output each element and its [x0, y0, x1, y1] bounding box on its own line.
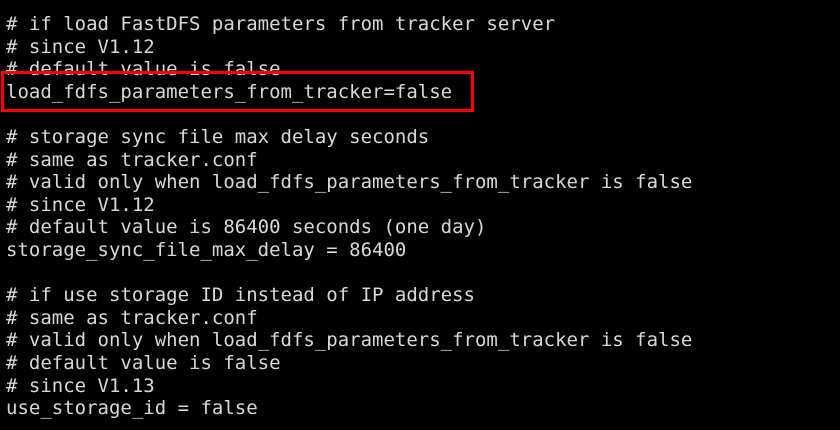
comment-line: # same as tracker.conf: [6, 148, 258, 171]
comment-line: # since V1.12: [6, 193, 155, 216]
config-line-use-storage-id: use_storage_id = false: [6, 397, 258, 420]
comment-line: # valid only when load_fdfs_parameters_f…: [6, 171, 693, 194]
comment-line: # default value is 86400 seconds (one da…: [6, 216, 487, 239]
comment-line: # storage sync file max delay seconds: [6, 126, 430, 148]
config-line-storage-sync-delay: storage_sync_file_max_delay = 86400: [6, 239, 407, 261]
comment-line: # since V1.13: [6, 374, 155, 397]
comment-line: # if use storage ID instead of IP addres…: [6, 284, 475, 307]
comment-line: # default value is false: [6, 58, 281, 81]
comment-line: # default value is false: [6, 352, 281, 374]
config-line-load-fdfs-parameters: load_fdfs_parameters_from_tracker=false: [6, 80, 453, 103]
comment-line: # since V1.12: [6, 35, 155, 58]
comment-line: # if load FastDFS parameters from tracke…: [6, 13, 556, 35]
terminal-window[interactable]: # if load FastDFS parameters from tracke…: [0, 0, 840, 430]
comment-line: # valid only when load_fdfs_parameters_f…: [6, 329, 693, 352]
comment-line: # same as tracker.conf: [6, 306, 258, 329]
